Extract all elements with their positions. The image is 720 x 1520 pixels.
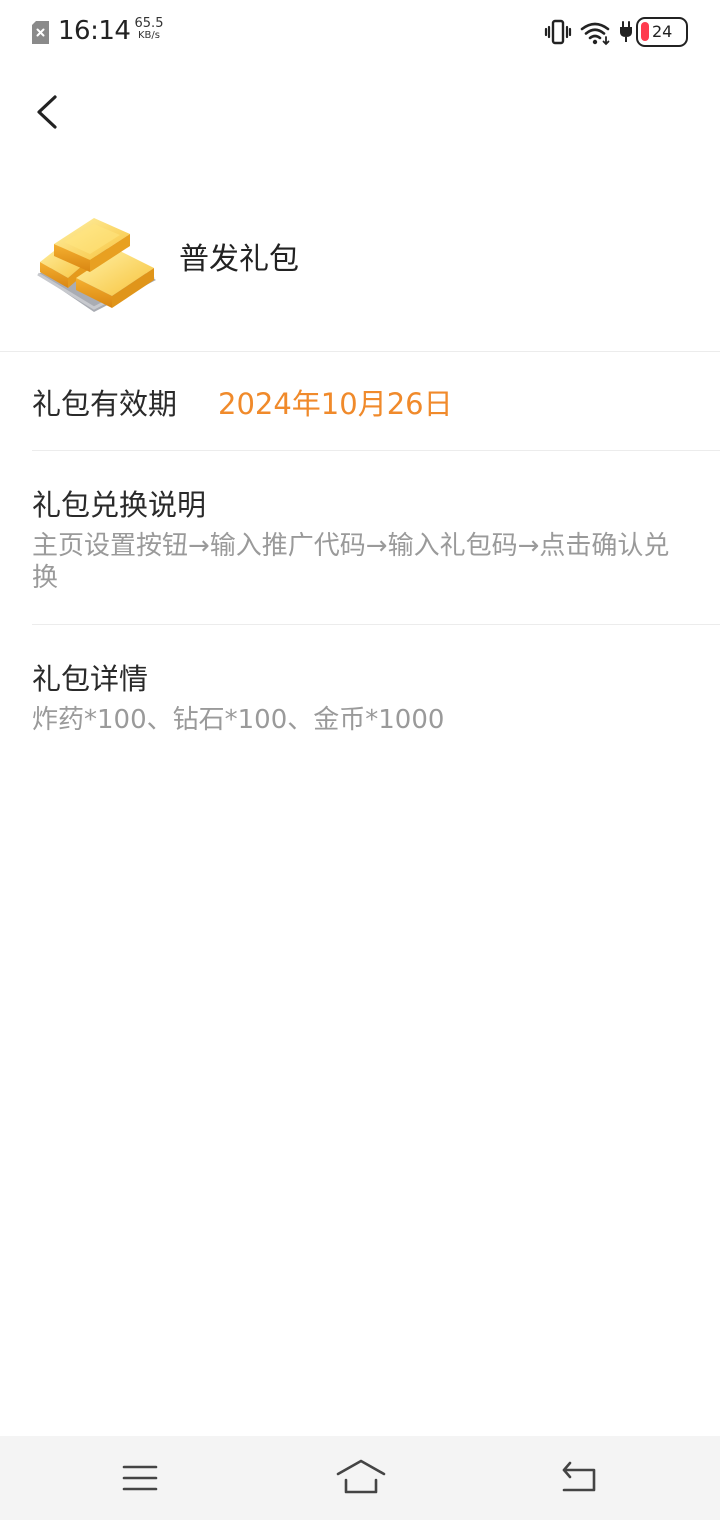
status-time: 16:14	[58, 16, 131, 46]
battery-indicator: 24	[636, 17, 688, 47]
battery-level-text: 24	[652, 22, 673, 41]
wifi-icon	[580, 22, 610, 46]
home-icon[interactable]	[334, 1456, 388, 1498]
sim-card-disabled-icon	[32, 21, 49, 44]
divider	[32, 450, 720, 451]
gift-title: 普发礼包	[179, 242, 299, 277]
chevron-left-icon	[37, 95, 57, 129]
redeem-instructions-text: 主页设置按钮→输入推广代码→输入礼包码→点击确认兑换	[32, 531, 670, 593]
return-icon[interactable]	[558, 1458, 600, 1496]
divider	[32, 624, 720, 625]
system-navigation-bar	[0, 1436, 720, 1520]
gift-details-title: 礼包详情	[32, 662, 149, 696]
battery-level-fill	[641, 22, 649, 41]
network-speed-unit: KB/s	[138, 30, 160, 41]
menu-icon[interactable]	[120, 1458, 160, 1498]
charging-plug-icon	[620, 21, 632, 42]
gold-bars-icon	[37, 218, 156, 312]
redeem-instructions-title: 礼包兑换说明	[32, 488, 207, 522]
network-speed: 65.5 KB/s	[131, 16, 167, 42]
gift-header: 普发礼包	[0, 190, 720, 350]
network-speed-value: 65.5	[134, 16, 164, 31]
divider	[0, 351, 720, 352]
status-bar: 16:14 65.5 KB/s 24	[0, 0, 720, 66]
gift-details-text: 炸药*100、钻石*100、金币*1000	[32, 705, 445, 735]
validity-date: 2024年10月26日	[218, 387, 453, 421]
back-button[interactable]	[22, 85, 72, 139]
vibrate-icon	[544, 19, 572, 45]
validity-label: 礼包有效期	[32, 387, 178, 421]
